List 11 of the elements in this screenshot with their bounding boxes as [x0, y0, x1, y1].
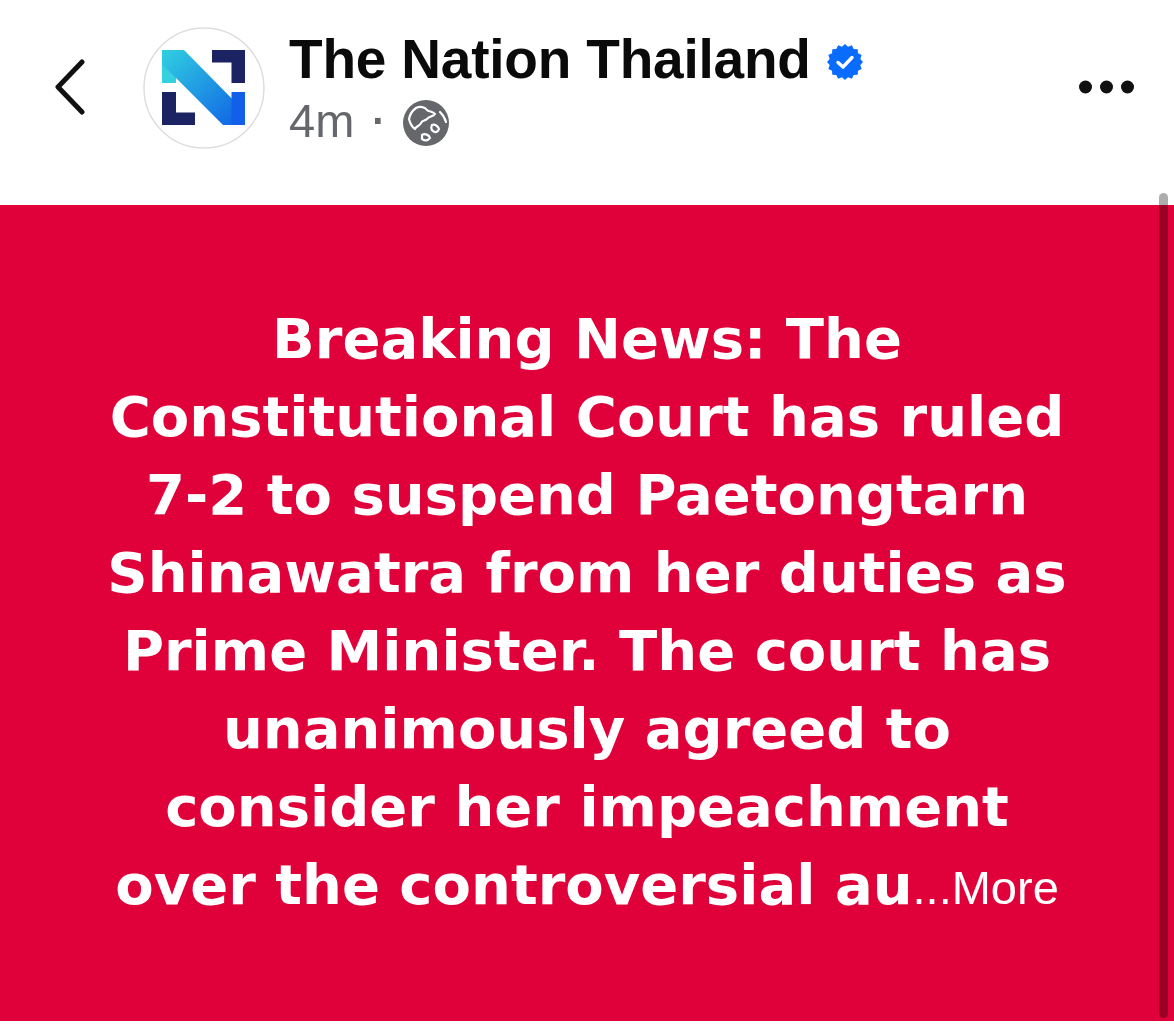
page-name[interactable]: The Nation Thailand: [289, 27, 811, 91]
see-more-link[interactable]: ...More: [912, 860, 1059, 914]
chevron-left-icon: [54, 59, 86, 115]
post-text: Breaking News: The Constitutional Court has ruled 7-2 to suspend Paetongtarn Shinawatra from her duties as Prime Minister. The court has unanimously agreed to consider her impeachment over the controversial au...More: [106, 304, 1068, 919]
more-button[interactable]: [1079, 80, 1134, 94]
logo-avatar[interactable]: [143, 27, 265, 149]
back-button[interactable]: [54, 59, 86, 115]
separator-dot: ·: [372, 98, 386, 145]
globe-icon: [401, 99, 450, 147]
post-time: 4m: [289, 95, 355, 147]
more-dots-icon: [1079, 80, 1134, 94]
